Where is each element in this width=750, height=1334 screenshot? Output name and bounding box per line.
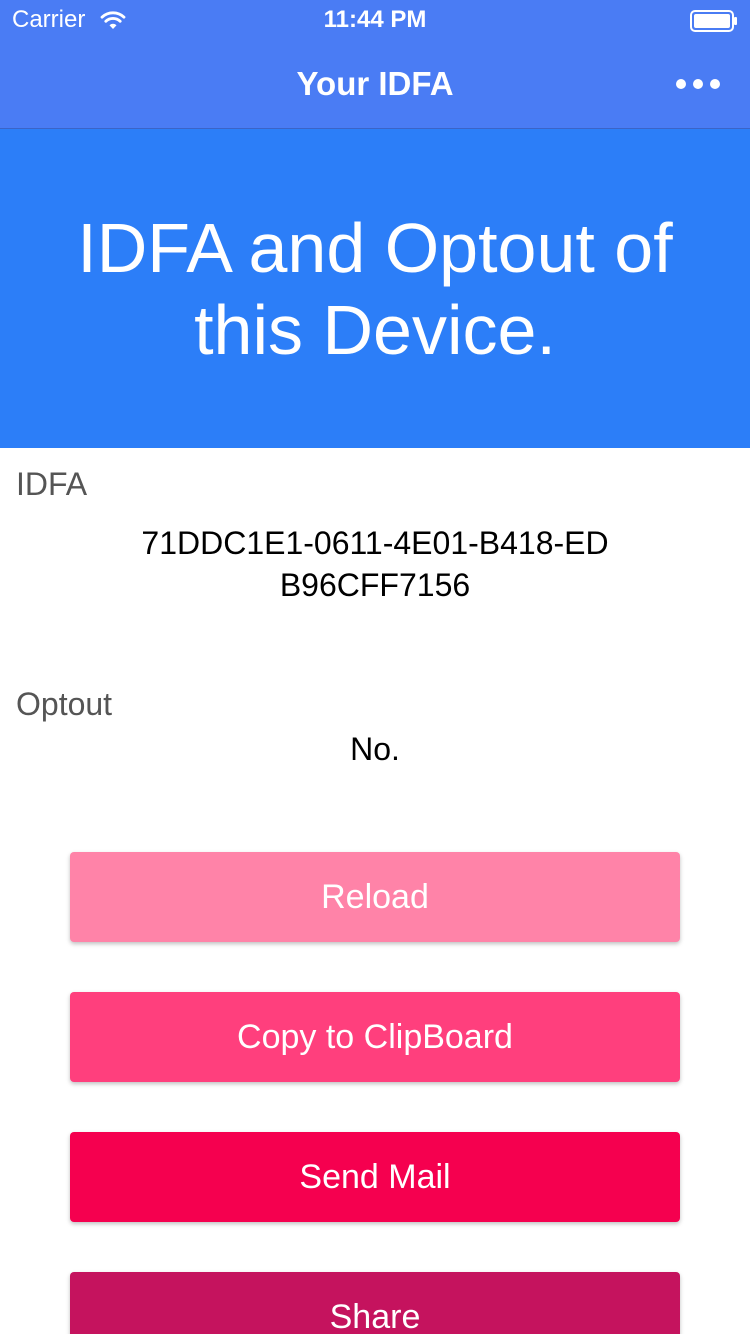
more-dot-icon (693, 79, 703, 89)
idfa-label: IDFA (16, 466, 88, 502)
more-dot-icon (676, 79, 686, 89)
idfa-value: 71DDC1E1-0611-4E01-B418-EDB96CFF7156 (141, 525, 609, 603)
hero-banner: IDFA and Optout of this Device. (0, 129, 750, 448)
optout-value: No. (350, 731, 400, 767)
copy-to-clipboard-button[interactable]: Copy to ClipBoard (70, 992, 680, 1082)
navigation-bar: Your IDFA (0, 40, 750, 129)
reload-button[interactable]: Reload (70, 852, 680, 942)
hero-title: IDFA and Optout of this Device. (77, 208, 673, 369)
battery-icon (690, 10, 737, 32)
app-screen: Carrier 11:44 PM Your IDFA IDFA and Opto… (0, 0, 750, 1334)
nav-title: Your IDFA (296, 65, 454, 102)
send-mail-button[interactable]: Send Mail (70, 1132, 680, 1222)
share-button[interactable]: Share (70, 1272, 680, 1334)
status-time: 11:44 PM (323, 6, 427, 33)
optout-label: Optout (16, 686, 113, 722)
more-options-button[interactable] (676, 66, 720, 102)
more-dot-icon (710, 79, 720, 89)
status-bar: Carrier 11:44 PM (0, 0, 750, 40)
